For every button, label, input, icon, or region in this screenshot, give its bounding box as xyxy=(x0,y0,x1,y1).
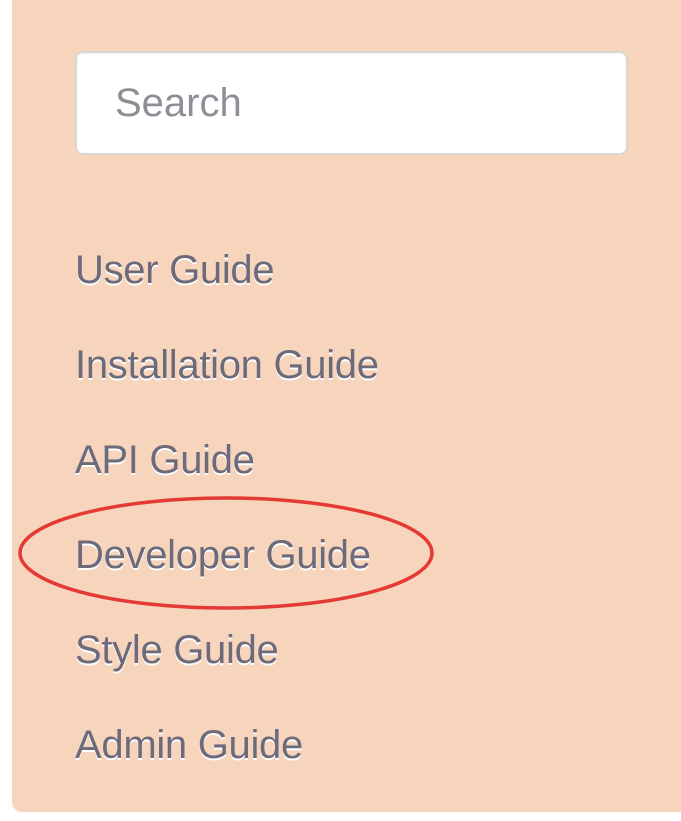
nav-item-style-guide: Style Guide xyxy=(75,620,379,715)
nav-link-style-guide[interactable]: Style Guide xyxy=(75,628,279,672)
nav-item-user-guide: User Guide xyxy=(75,240,379,335)
nav-item-api-guide: API Guide xyxy=(75,430,379,525)
nav-item-developer-guide: Developer Guide xyxy=(75,525,379,620)
nav-link-user-guide[interactable]: User Guide xyxy=(75,248,275,292)
search-input[interactable] xyxy=(77,53,626,153)
search-box[interactable] xyxy=(75,51,628,155)
nav-item-admin-guide: Admin Guide xyxy=(75,715,379,810)
nav-link-developer-guide[interactable]: Developer Guide xyxy=(75,533,371,577)
nav-link-installation-guide[interactable]: Installation Guide xyxy=(75,343,379,387)
nav-link-admin-guide[interactable]: Admin Guide xyxy=(75,723,303,767)
nav-item-installation-guide: Installation Guide xyxy=(75,335,379,430)
sidebar-panel: User Guide Installation Guide API Guide … xyxy=(12,0,681,812)
guide-nav-list: User Guide Installation Guide API Guide … xyxy=(75,240,379,810)
nav-link-api-guide[interactable]: API Guide xyxy=(75,438,255,482)
